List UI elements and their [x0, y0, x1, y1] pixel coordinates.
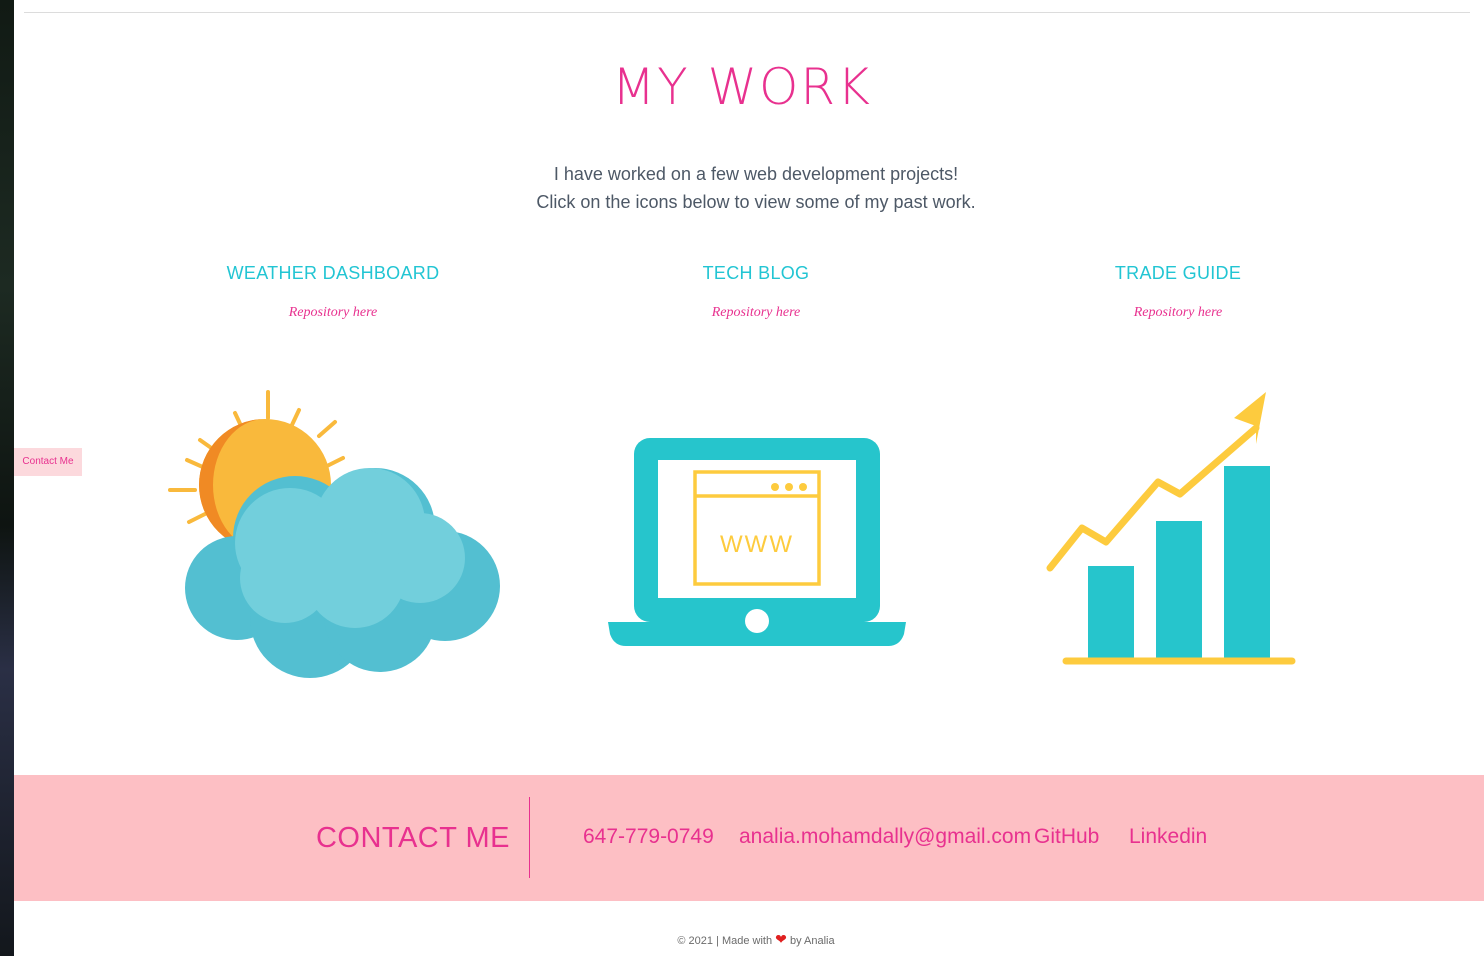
contact-title: CONTACT ME: [315, 822, 510, 854]
project-trade-guide: TRADE GUIDE Repository here: [968, 262, 1388, 322]
contact-divider: [529, 797, 530, 878]
growth-chart-icon[interactable]: [1044, 388, 1300, 670]
project-title: TECH BLOG: [702, 263, 810, 283]
page-stage: MY WORK I have worked on a few web devel…: [0, 0, 1484, 956]
phone-link[interactable]: 647-779-0749: [583, 822, 714, 852]
contact-me-side-button[interactable]: Contact Me: [14, 448, 82, 476]
project-title: TRADE GUIDE: [1114, 263, 1242, 283]
footer-suffix: by Analia: [789, 935, 835, 947]
weather-icon[interactable]: [165, 388, 505, 684]
intro-line-2: Click on the icons below to view some of…: [536, 192, 976, 212]
repository-link[interactable]: Repository here: [123, 304, 543, 322]
project-tech-blog: TECH BLOG Repository here: [546, 262, 966, 322]
repository-link[interactable]: Repository here: [546, 304, 966, 322]
email-link[interactable]: analia.mohamdally@gmail.com: [739, 822, 1031, 852]
project-weather-dashboard: WEATHER DASHBOARD Repository here: [123, 262, 543, 322]
github-link[interactable]: GitHub: [1034, 822, 1099, 852]
intro-line-1: I have worked on a few web development p…: [553, 164, 959, 184]
page-title: MY WORK: [612, 58, 872, 116]
laptop-icon[interactable]: WWW: [608, 436, 906, 648]
top-divider: [24, 12, 1470, 13]
project-title: WEATHER DASHBOARD: [226, 263, 440, 283]
intro-text: I have worked on a few web development p…: [0, 160, 1484, 216]
footer: © 2021 | Made with ❤ by Analia: [0, 930, 1484, 950]
repository-link[interactable]: Repository here: [968, 304, 1388, 322]
background-strip: [0, 0, 14, 956]
linkedin-link[interactable]: Linkedin: [1129, 822, 1207, 852]
footer-prefix: © 2021 | Made with: [677, 935, 773, 947]
heart-icon: ❤: [775, 931, 787, 947]
laptop-screen-text: WWW: [720, 531, 794, 558]
